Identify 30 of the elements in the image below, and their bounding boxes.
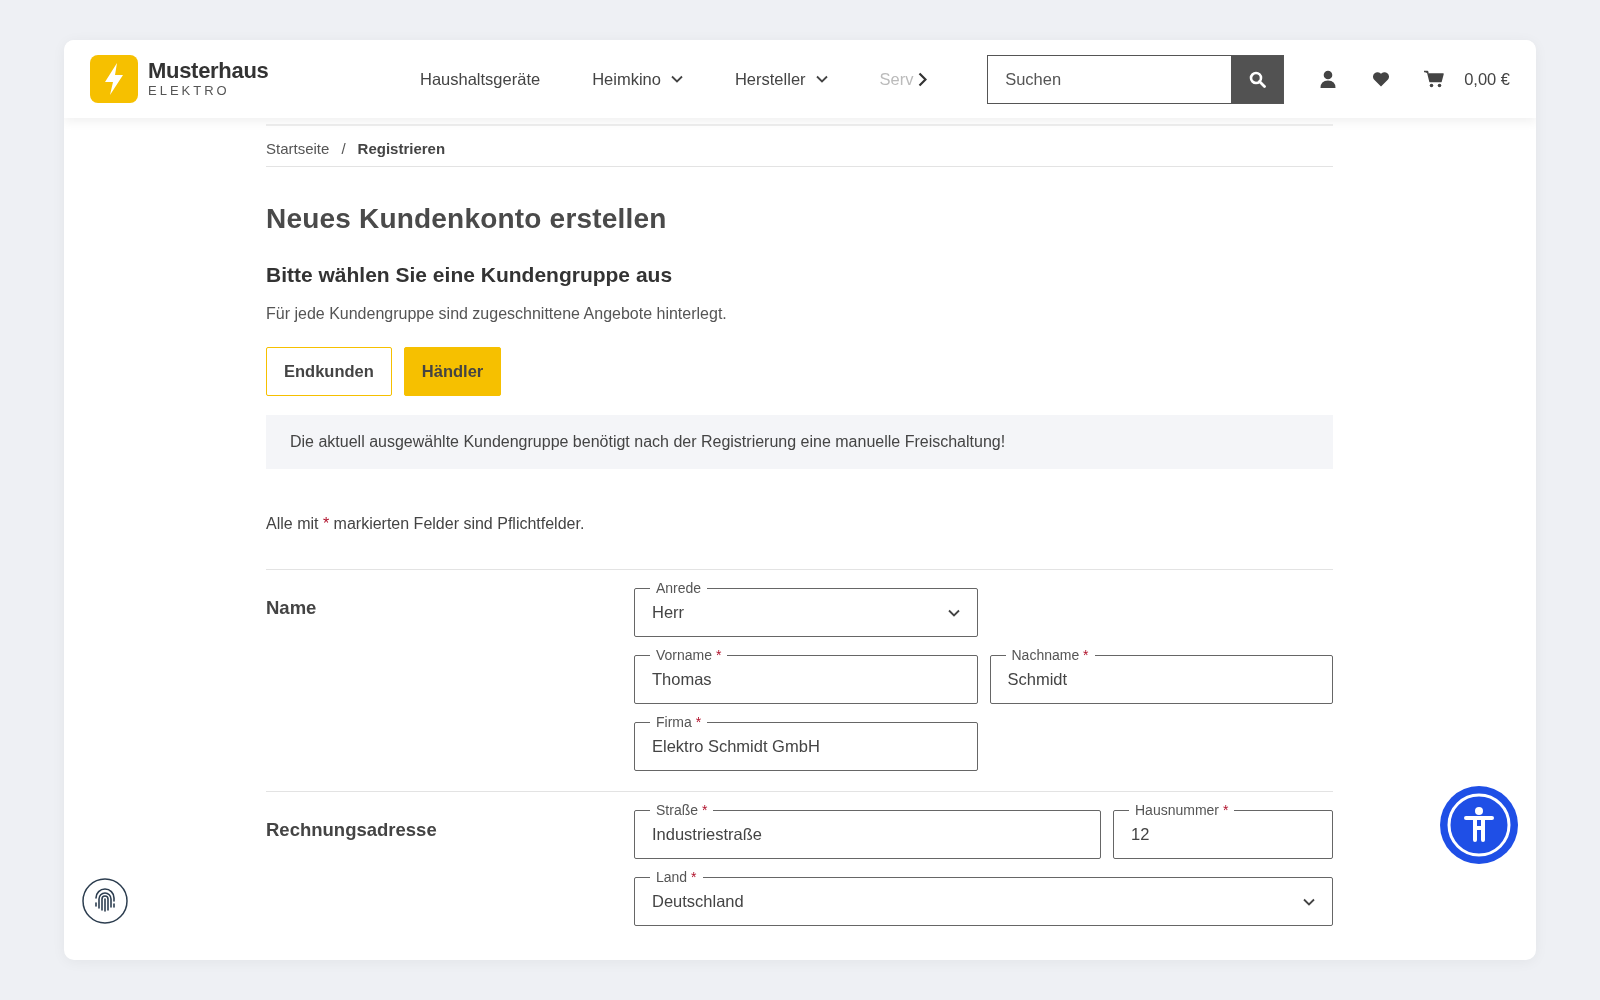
chevron-down-icon	[1303, 897, 1315, 906]
notice-banner: Die aktuell ausgewählte Kundengruppe benötigt nach der Registrierung eine manuelle Freischaltung!	[266, 415, 1333, 469]
section-title: Rechnungsadresse	[266, 819, 438, 842]
nav-link[interactable]: Hersteller	[734, 69, 828, 89]
page-title: Neues Kundenkonto erstellen	[266, 203, 668, 235]
chevron-down-icon	[815, 75, 828, 83]
section-title: Name	[266, 597, 318, 620]
required-fields-note: Alle mit * markierten Felder sind Pflichtfelder.	[266, 515, 586, 533]
chevron-down-icon	[947, 608, 960, 617]
logo-tagline: ELEKTRO	[148, 83, 231, 99]
customer-group-button[interactable]: Händler	[403, 347, 502, 396]
fingerprint-icon[interactable]	[82, 878, 128, 924]
heart-icon[interactable]	[1372, 71, 1391, 87]
breadcrumb-link[interactable]: Startseite	[266, 140, 330, 157]
search-button[interactable]	[1231, 55, 1284, 103]
breadcrumb-link[interactable]: Registrieren	[357, 140, 446, 157]
customer-group-button[interactable]: Endkunden	[266, 347, 392, 396]
section-heading: Bitte wählen Sie eine Kundengruppe aus	[266, 263, 674, 287]
cart-total[interactable]: 0,00 €	[1464, 69, 1510, 89]
intro-text: Für jede Kundengruppe sind zugeschnittene Angebote hinterlegt.	[266, 305, 728, 323]
nav-link[interactable]: Heimkino	[592, 69, 683, 89]
chevron-right-icon[interactable]	[917, 71, 927, 87]
nav-link[interactable]: Haushaltsgeräte	[420, 69, 541, 89]
chevron-down-icon	[670, 75, 683, 83]
cart-icon[interactable]	[1424, 70, 1445, 88]
logo-text: Musterhaus	[148, 59, 269, 83]
breadcrumb-separator: /	[341, 140, 346, 157]
search-icon	[1248, 70, 1266, 88]
search-field[interactable]: Suchen	[987, 54, 1285, 104]
user-icon[interactable]	[1320, 70, 1337, 88]
